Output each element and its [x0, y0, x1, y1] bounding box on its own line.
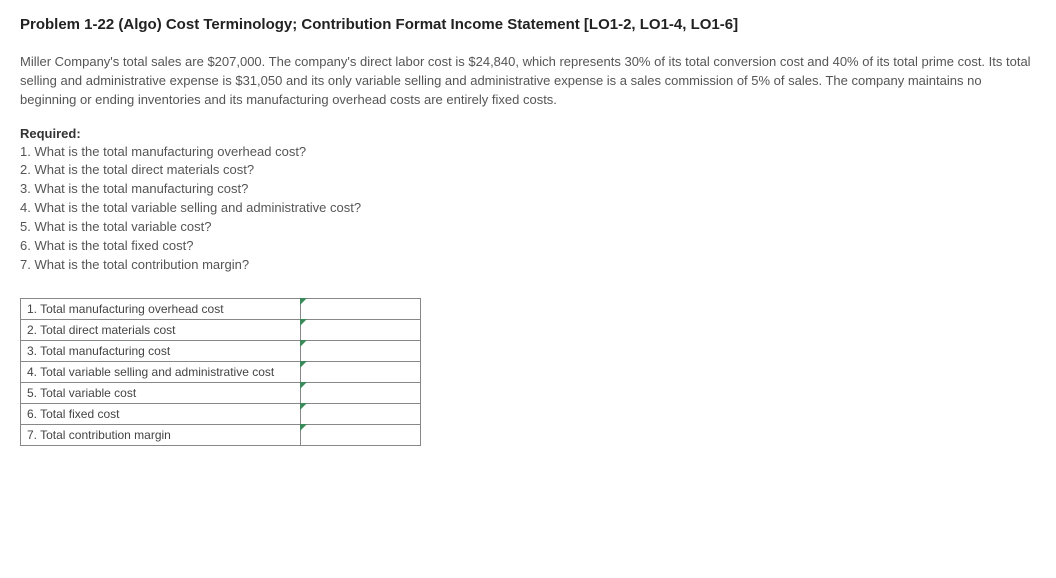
row-input-cell[interactable]	[301, 383, 421, 404]
row-input-cell[interactable]	[301, 425, 421, 446]
row-label: 5. Total variable cost	[21, 383, 301, 404]
edit-marker-icon	[300, 424, 307, 431]
problem-title: Problem 1-22 (Algo) Cost Terminology; Co…	[20, 16, 1036, 33]
answer-input[interactable]	[301, 341, 420, 361]
row-input-cell[interactable]	[301, 341, 421, 362]
row-input-cell[interactable]	[301, 299, 421, 320]
question-item: 1. What is the total manufacturing overh…	[20, 143, 1036, 162]
table-row: 1. Total manufacturing overhead cost	[21, 299, 421, 320]
row-label: 4. Total variable selling and administra…	[21, 362, 301, 383]
question-item: 2. What is the total direct materials co…	[20, 161, 1036, 180]
answer-input[interactable]	[301, 299, 420, 319]
question-item: 7. What is the total contribution margin…	[20, 256, 1036, 275]
row-input-cell[interactable]	[301, 362, 421, 383]
edit-marker-icon	[300, 340, 307, 347]
edit-marker-icon	[300, 382, 307, 389]
question-item: 4. What is the total variable selling an…	[20, 199, 1036, 218]
answer-input[interactable]	[301, 320, 420, 340]
row-label: 2. Total direct materials cost	[21, 320, 301, 341]
row-label: 7. Total contribution margin	[21, 425, 301, 446]
problem-description: Miller Company's total sales are $207,00…	[20, 53, 1036, 110]
question-item: 5. What is the total variable cost?	[20, 218, 1036, 237]
edit-marker-icon	[300, 319, 307, 326]
row-label: 3. Total manufacturing cost	[21, 341, 301, 362]
answer-input[interactable]	[301, 383, 420, 403]
row-label: 1. Total manufacturing overhead cost	[21, 299, 301, 320]
table-row: 7. Total contribution margin	[21, 425, 421, 446]
answer-input[interactable]	[301, 404, 420, 424]
answer-input[interactable]	[301, 362, 420, 382]
table-row: 4. Total variable selling and administra…	[21, 362, 421, 383]
table-row: 6. Total fixed cost	[21, 404, 421, 425]
question-item: 6. What is the total fixed cost?	[20, 237, 1036, 256]
edit-marker-icon	[300, 403, 307, 410]
row-input-cell[interactable]	[301, 404, 421, 425]
table-row: 5. Total variable cost	[21, 383, 421, 404]
edit-marker-icon	[300, 298, 307, 305]
edit-marker-icon	[300, 361, 307, 368]
table-row: 2. Total direct materials cost	[21, 320, 421, 341]
row-label: 6. Total fixed cost	[21, 404, 301, 425]
row-input-cell[interactable]	[301, 320, 421, 341]
table-row: 3. Total manufacturing cost	[21, 341, 421, 362]
questions-list: 1. What is the total manufacturing overh…	[20, 143, 1036, 275]
question-item: 3. What is the total manufacturing cost?	[20, 180, 1036, 199]
answer-input[interactable]	[301, 425, 420, 445]
answer-table: 1. Total manufacturing overhead cost 2. …	[20, 298, 421, 446]
required-label: Required:	[20, 126, 1036, 141]
